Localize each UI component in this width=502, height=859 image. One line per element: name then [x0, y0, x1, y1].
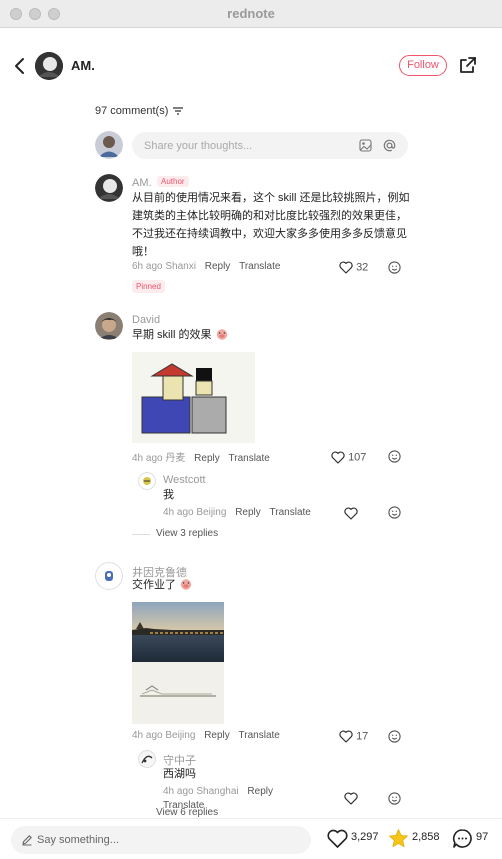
reply-button[interactable]: Reply: [247, 786, 273, 797]
reply-button[interactable]: Reply: [205, 261, 231, 272]
pencil-icon: [22, 835, 32, 846]
translate-button[interactable]: Translate: [229, 453, 270, 464]
comment-location: Shanxi: [165, 261, 196, 272]
view-replies-divider: [132, 534, 150, 535]
translate-button[interactable]: Translate: [270, 507, 311, 518]
current-user-avatar: [95, 131, 123, 159]
back-arrow-icon[interactable]: [10, 56, 30, 76]
comment-location: 丹麦: [165, 453, 186, 464]
heart-icon: [331, 451, 345, 464]
post-like-count: 3,297: [351, 831, 379, 843]
comment-avatar[interactable]: [95, 562, 123, 590]
filter-icon[interactable]: [173, 107, 184, 115]
comment-text: 交作业了: [132, 579, 176, 591]
emoji-reaction-icon[interactable]: [388, 261, 401, 274]
comment-image[interactable]: [132, 352, 255, 443]
comment-bubble-icon[interactable]: [452, 828, 473, 849]
reply-text: 我: [163, 489, 174, 501]
post-comment-count: 97: [476, 831, 489, 843]
like-count: 32: [356, 261, 369, 274]
comment-time: 6h ago: [132, 261, 163, 272]
reply-meta: 4h ago Beijing Reply Translate: [163, 507, 311, 518]
reply-location: Beijing: [196, 507, 227, 518]
comment-count: 97 comment(s): [95, 105, 169, 117]
comment-time: 4h ago: [132, 730, 163, 741]
pinned-badge: Pinned: [132, 280, 165, 293]
comment-text-row: 交作业了: [132, 576, 193, 594]
view-replies-button[interactable]: View 6 replies: [156, 807, 218, 818]
comment-count-row[interactable]: 97 comment(s): [95, 105, 184, 117]
view-replies-button[interactable]: View 3 replies: [156, 528, 218, 539]
translate-button[interactable]: Translate: [239, 730, 280, 741]
comment-avatar[interactable]: [95, 312, 123, 340]
window-title: rednote: [227, 6, 275, 21]
like-count: 107: [348, 451, 367, 464]
comment-meta: 6h ago Shanxi Reply Translate: [132, 261, 280, 272]
heart-icon: [339, 261, 353, 274]
reply-button[interactable]: Reply: [235, 507, 261, 518]
emoji-reaction-icon[interactable]: [388, 792, 401, 805]
author-badge: Author: [157, 176, 189, 187]
reply-avatar[interactable]: [138, 750, 156, 768]
post-header: AM. Follow: [0, 28, 502, 104]
emoji-reaction-icon[interactable]: [388, 730, 401, 743]
emoji-reaction-icon[interactable]: [388, 506, 401, 519]
reply-button[interactable]: Reply: [204, 730, 230, 741]
reply-time: 4h ago: [163, 507, 194, 518]
comment-input-placeholder: Share your thoughts...: [144, 140, 253, 152]
say-something-input[interactable]: Say something...: [11, 826, 311, 854]
comment-image-art: [132, 602, 224, 724]
pig-emoji-icon: [180, 579, 192, 590]
heart-icon[interactable]: [327, 829, 348, 849]
comment-meta: 4h ago Beijing Reply Translate: [132, 730, 280, 741]
say-something-placeholder: Say something...: [37, 834, 119, 846]
comment-avatar[interactable]: [95, 174, 123, 202]
follow-button[interactable]: Follow: [399, 55, 447, 76]
share-icon[interactable]: [458, 55, 478, 75]
image-icon[interactable]: [359, 139, 372, 152]
like-button[interactable]: 32: [339, 261, 368, 274]
emoji-reaction-icon[interactable]: [388, 450, 401, 463]
star-icon[interactable]: [388, 828, 409, 849]
comment-text: 从目前的使用情况来看，这个 skill 还是比较挑照片，例如建筑类的主体比较明确…: [132, 192, 410, 258]
translate-button[interactable]: Translate: [239, 261, 280, 272]
like-button[interactable]: 107: [331, 451, 366, 464]
replier-name[interactable]: Westcott: [163, 474, 206, 486]
reply-time: 4h ago: [163, 786, 194, 797]
like-count: 17: [356, 730, 369, 743]
reply-location: Shanghai: [196, 786, 239, 797]
reply-button[interactable]: Reply: [194, 453, 220, 464]
comment-text: 早期 skill 的效果: [132, 329, 212, 341]
comment-image[interactable]: [132, 602, 224, 724]
reply-text: 西湖吗: [163, 768, 196, 780]
window-titlebar: rednote: [0, 0, 502, 28]
mention-icon[interactable]: [383, 139, 396, 152]
author-name[interactable]: AM.: [71, 58, 95, 73]
author-avatar[interactable]: [35, 52, 63, 80]
comment-location: Beijing: [165, 730, 196, 741]
comment-input[interactable]: Share your thoughts...: [132, 132, 408, 159]
commenter-name[interactable]: AM.: [132, 177, 152, 189]
post-star-count: 2,858: [412, 831, 440, 843]
heart-icon: [339, 730, 353, 743]
comment-text-row: 早期 skill 的效果: [132, 326, 229, 344]
like-button[interactable]: 17: [339, 730, 368, 743]
heart-icon[interactable]: [344, 507, 358, 520]
heart-icon[interactable]: [344, 792, 358, 805]
pig-emoji-icon: [216, 329, 227, 340]
commenter-name[interactable]: David: [132, 314, 160, 326]
comment-time: 4h ago: [132, 453, 163, 464]
bottom-action-bar: Say something... 3,297 2,858 97: [0, 818, 502, 859]
comment-meta: 4h ago 丹麦 Reply Translate: [132, 449, 270, 464]
comment-image-art: [141, 363, 227, 434]
reply-avatar[interactable]: [138, 472, 156, 490]
